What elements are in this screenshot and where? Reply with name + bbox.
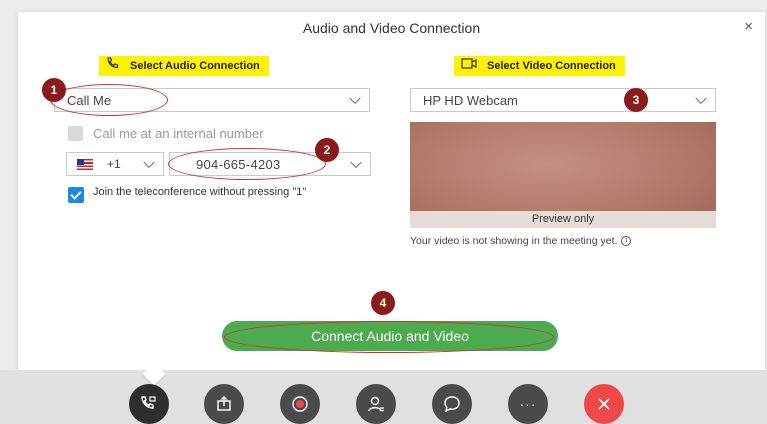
join-without-pressing-option[interactable]: Join the teleconference without pressing… <box>68 186 363 203</box>
internal-number-option[interactable]: Call me at an internal number <box>68 126 264 141</box>
participants-button[interactable] <box>356 384 396 424</box>
more-options-button[interactable]: ··· <box>508 384 548 424</box>
camera-value: HP HD Webcam <box>423 92 518 108</box>
audio-section-text: Select Audio Connection <box>130 60 260 72</box>
phone-number-field[interactable]: 904-665-4203 <box>169 152 371 176</box>
chat-button[interactable] <box>432 384 472 424</box>
more-icon: ··· <box>519 396 537 412</box>
join-label: Join the teleconference without pressing… <box>93 186 307 198</box>
video-section-label: Select Video Connection <box>454 56 625 76</box>
preview-label: Preview only <box>410 211 716 228</box>
phone-number-value: 904-665-4203 <box>196 156 281 172</box>
phone-camera-icon <box>141 396 156 409</box>
chevron-down-icon <box>695 92 707 105</box>
internal-number-checkbox[interactable] <box>68 126 83 141</box>
audio-video-dialog: Audio and Video Connection × Select Audi… <box>18 12 765 370</box>
audio-connection-select[interactable]: Call Me <box>54 88 370 112</box>
chat-icon <box>444 396 460 413</box>
chevron-down-icon <box>350 156 362 169</box>
camera-icon <box>461 56 477 76</box>
audio-section-label: Select Audio Connection <box>99 56 269 76</box>
info-icon[interactable]: i <box>621 236 632 246</box>
record-button[interactable] <box>280 384 320 424</box>
dialog-title: Audio and Video Connection <box>302 20 481 36</box>
internal-number-label: Call me at an internal number <box>93 126 264 141</box>
audio-connection-value: Call Me <box>67 92 112 108</box>
preview-note-text: Your video is not showing in the meeting… <box>410 235 618 247</box>
country-code-value: +1 <box>107 157 121 171</box>
us-flag-icon <box>77 158 93 170</box>
connect-audio-video-button[interactable]: Connect Audio and Video <box>222 321 558 351</box>
phone-icon <box>106 56 120 76</box>
share-button[interactable] <box>204 384 244 424</box>
participants-icon <box>368 396 384 412</box>
step-marker-4: 4 <box>371 291 395 315</box>
audio-video-connection-button[interactable] <box>129 384 169 424</box>
chevron-down-icon <box>143 156 155 169</box>
share-icon <box>217 396 231 411</box>
video-section-text: Select Video Connection <box>487 60 616 72</box>
step-marker-2: 2 <box>315 138 339 162</box>
country-code-select[interactable]: +1 <box>66 152 164 176</box>
close-icon <box>598 398 610 410</box>
close-icon[interactable]: × <box>744 18 753 35</box>
step-marker-1: 1 <box>42 78 66 102</box>
join-checkbox[interactable] <box>68 187 84 203</box>
chevron-down-icon <box>349 92 361 105</box>
camera-select[interactable]: HP HD Webcam <box>410 88 716 112</box>
record-icon <box>292 396 308 412</box>
step-marker-3: 3 <box>624 88 648 112</box>
preview-note: Your video is not showing in the meeting… <box>410 235 632 247</box>
end-meeting-button[interactable] <box>584 384 624 424</box>
